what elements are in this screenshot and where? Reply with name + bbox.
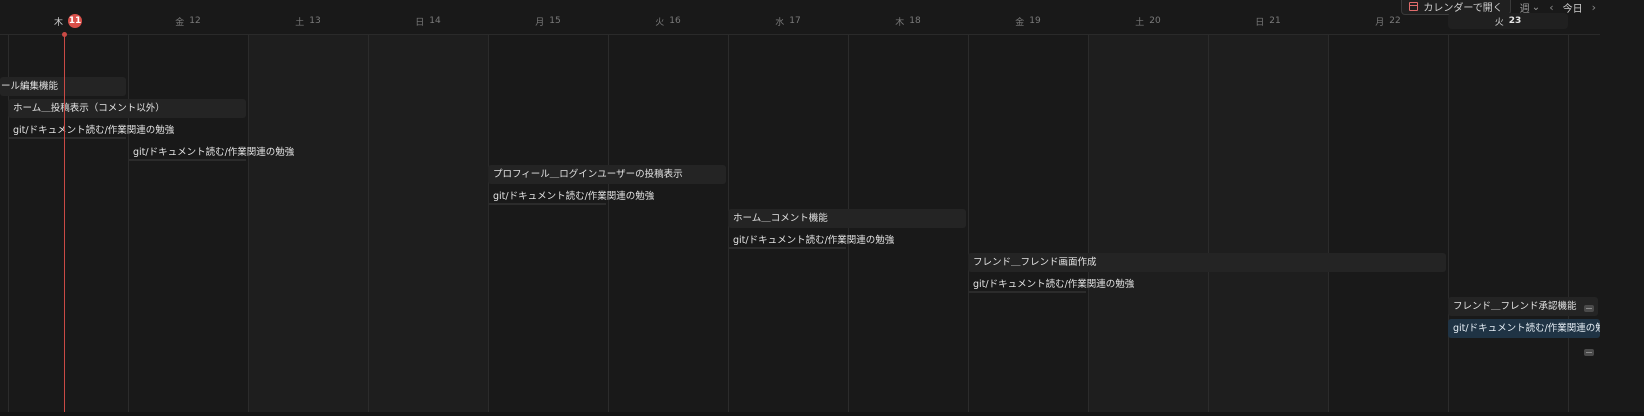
day-header-14: 日 14 bbox=[368, 13, 488, 29]
event-title: git/ドキュメント読む/作業関連の勉強 bbox=[13, 125, 175, 136]
day-header-weekday: 月 bbox=[1375, 17, 1385, 28]
day-header-date: 20 bbox=[1149, 16, 1161, 26]
today-button[interactable]: 今日 bbox=[1563, 0, 1583, 15]
day-header-13: 土 13 bbox=[248, 13, 368, 29]
day-column[interactable] bbox=[1208, 35, 1328, 412]
day-header-date: 16 bbox=[669, 16, 681, 26]
event-title: ール編集機能 bbox=[1, 81, 59, 92]
event-title: git/ドキュメント読む/作業関連の勉強 bbox=[733, 235, 895, 246]
day-header-date: 19 bbox=[1029, 16, 1041, 26]
event-title: ホーム＿コメント機能 bbox=[733, 213, 828, 224]
bottom-strip bbox=[0, 412, 1644, 416]
day-header-weekday: 土 bbox=[1135, 17, 1145, 28]
day-header-16: 火 16 bbox=[608, 13, 728, 29]
event-bar[interactable]: ール編集機能 bbox=[0, 77, 126, 96]
day-header-18: 木 18 bbox=[848, 13, 968, 29]
collapse-icon[interactable] bbox=[1584, 349, 1594, 356]
previous-week-button[interactable]: ‹ bbox=[1549, 1, 1553, 14]
event-title: git/ドキュメント読む/作業関連の勉強 bbox=[973, 279, 1135, 290]
day-header-date: 13 bbox=[309, 16, 321, 26]
day-header-date: 12 bbox=[189, 16, 201, 26]
day-header-weekday: 土 bbox=[295, 17, 305, 28]
day-header-20: 土 20 bbox=[1088, 13, 1208, 29]
day-header-17: 水 17 bbox=[728, 13, 848, 29]
event-bar[interactable]: git/ドキュメント読む/作業関連の勉強 bbox=[8, 121, 174, 140]
day-header-weekday: 火 bbox=[1494, 17, 1504, 28]
event-title: プロフィール＿ログインユーザーの投稿表示 bbox=[493, 169, 683, 180]
event-title: git/ドキュメント読む/作業関連の勉強 bbox=[1453, 323, 1600, 334]
day-column[interactable] bbox=[248, 35, 368, 412]
today-date-badge: 11 bbox=[68, 14, 82, 28]
event-bar[interactable]: ホーム＿コメント機能 bbox=[728, 209, 966, 228]
event-bar[interactable]: git/ドキュメント読む/作業関連の勉強 bbox=[728, 231, 894, 250]
day-header-date: 14 bbox=[429, 16, 441, 26]
calendar-toolbar: カレンダーで開く 週 ⌄ ‹ 今日 › bbox=[1401, 0, 1596, 15]
day-header-weekday: 木 bbox=[895, 17, 905, 28]
day-header-weekday: 火 bbox=[655, 17, 665, 28]
day-column[interactable] bbox=[1448, 35, 1568, 412]
day-header-19: 金 19 bbox=[968, 13, 1088, 29]
chevron-down-icon: ⌄ bbox=[1531, 1, 1541, 13]
day-header-weekday: 月 bbox=[535, 17, 545, 28]
calendar-icon bbox=[1409, 2, 1419, 11]
day-header-weekday: 金 bbox=[1015, 17, 1025, 28]
day-column[interactable] bbox=[968, 35, 1088, 412]
day-header-date: 18 bbox=[909, 16, 921, 26]
day-header-weekday: 日 bbox=[1255, 17, 1265, 28]
current-time-dot bbox=[62, 32, 67, 37]
event-title: フレンド＿フレンド画面作成 bbox=[973, 257, 1097, 268]
event-title: フレンド＿フレンド承認機能 bbox=[1453, 301, 1577, 312]
open-in-calendar-label: カレンダーで開く bbox=[1423, 3, 1503, 14]
day-header-date: 15 bbox=[549, 16, 561, 26]
day-header-date: 23 bbox=[1508, 16, 1522, 26]
day-column[interactable] bbox=[608, 35, 728, 412]
day-header-weekday: 木 bbox=[53, 17, 63, 28]
day-header-date: 17 bbox=[789, 16, 801, 26]
day-column[interactable] bbox=[128, 35, 248, 412]
current-time-line bbox=[64, 35, 65, 412]
day-column[interactable] bbox=[488, 35, 608, 412]
event-bar[interactable]: プロフィール＿ログインユーザーの投稿表示 bbox=[488, 165, 726, 184]
event-bar-selected[interactable]: git/ドキュメント読む/作業関連の勉強 bbox=[1448, 319, 1600, 338]
day-column[interactable] bbox=[1088, 35, 1208, 412]
day-header-date: 22 bbox=[1389, 16, 1401, 26]
event-title: git/ドキュメント読む/作業関連の勉強 bbox=[493, 191, 655, 202]
event-title: git/ドキュメント読む/作業関連の勉強 bbox=[133, 147, 295, 158]
day-header-21: 日 21 bbox=[1208, 13, 1328, 29]
event-bar[interactable]: ホーム＿投稿表示（コメント以外） bbox=[8, 99, 246, 118]
next-week-button[interactable]: › bbox=[1592, 1, 1596, 14]
event-bar[interactable]: git/ドキュメント読む/作業関連の勉強 bbox=[128, 143, 294, 162]
day-column[interactable] bbox=[368, 35, 488, 412]
day-header-11: 木 11 bbox=[8, 13, 128, 29]
day-header-15: 月 15 bbox=[488, 13, 608, 29]
day-header-weekday: 金 bbox=[175, 17, 185, 28]
day-header-date: 21 bbox=[1269, 16, 1281, 26]
event-bar[interactable]: git/ドキュメント読む/作業関連の勉強 bbox=[488, 187, 654, 206]
day-header-12: 金 12 bbox=[128, 13, 248, 29]
event-bar[interactable]: git/ドキュメント読む/作業関連の勉強 bbox=[968, 275, 1134, 294]
event-bar[interactable]: フレンド＿フレンド画面作成 bbox=[968, 253, 1446, 272]
day-header-22: 月 22 bbox=[1328, 13, 1448, 29]
day-header-weekday: 日 bbox=[415, 17, 425, 28]
event-title: ホーム＿投稿表示（コメント以外） bbox=[13, 103, 165, 114]
day-column[interactable] bbox=[1328, 35, 1448, 412]
event-bar[interactable]: フレンド＿フレンド承認機能 bbox=[1448, 297, 1598, 316]
day-header-weekday: 水 bbox=[775, 17, 785, 28]
day-header-23[interactable]: 火 23 bbox=[1448, 13, 1568, 29]
collapse-icon[interactable] bbox=[1584, 305, 1594, 312]
